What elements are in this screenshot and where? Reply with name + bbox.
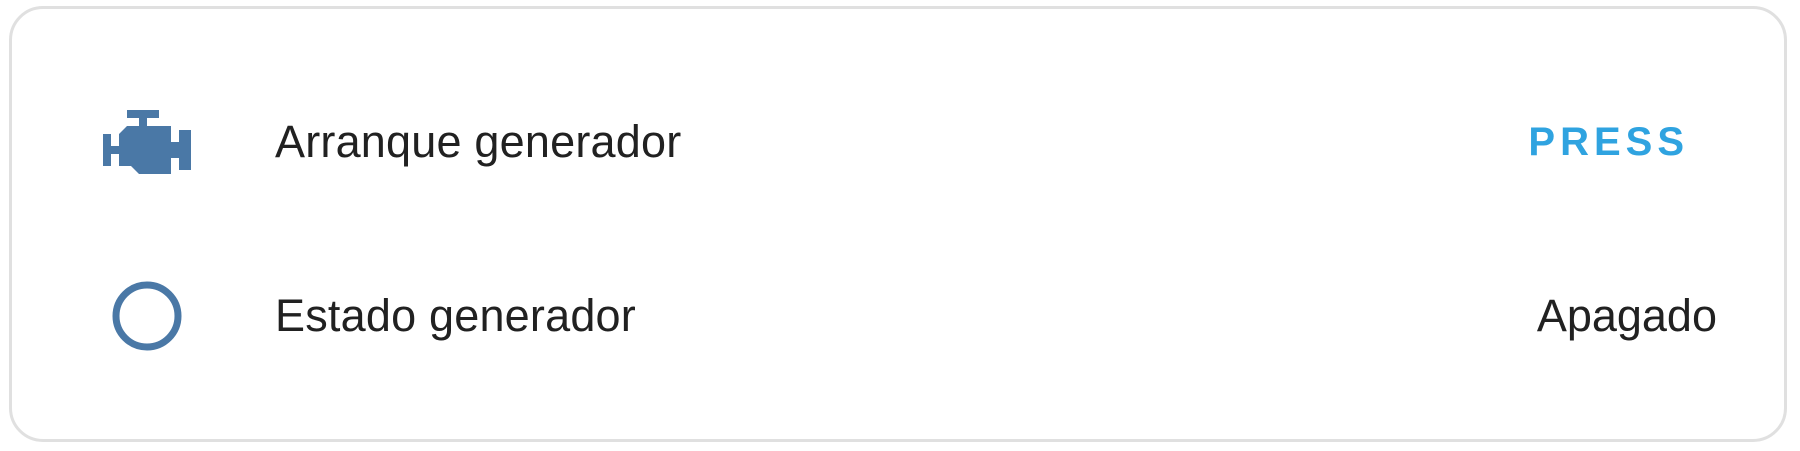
entity-row-arranque-generador: Arranque generador PRESS <box>12 72 1784 212</box>
press-button[interactable]: PRESS <box>1512 102 1705 182</box>
entities-card: Arranque generador PRESS Estado generado… <box>9 6 1787 442</box>
entity-state[interactable]: Apagado <box>1537 290 1717 342</box>
circle-outline-icon <box>99 268 195 364</box>
entity-name[interactable]: Estado generador <box>275 290 636 342</box>
entity-row-estado-generador: Estado generador Apagado <box>12 246 1784 386</box>
engine-icon <box>99 94 195 190</box>
entity-name[interactable]: Arranque generador <box>275 116 681 168</box>
